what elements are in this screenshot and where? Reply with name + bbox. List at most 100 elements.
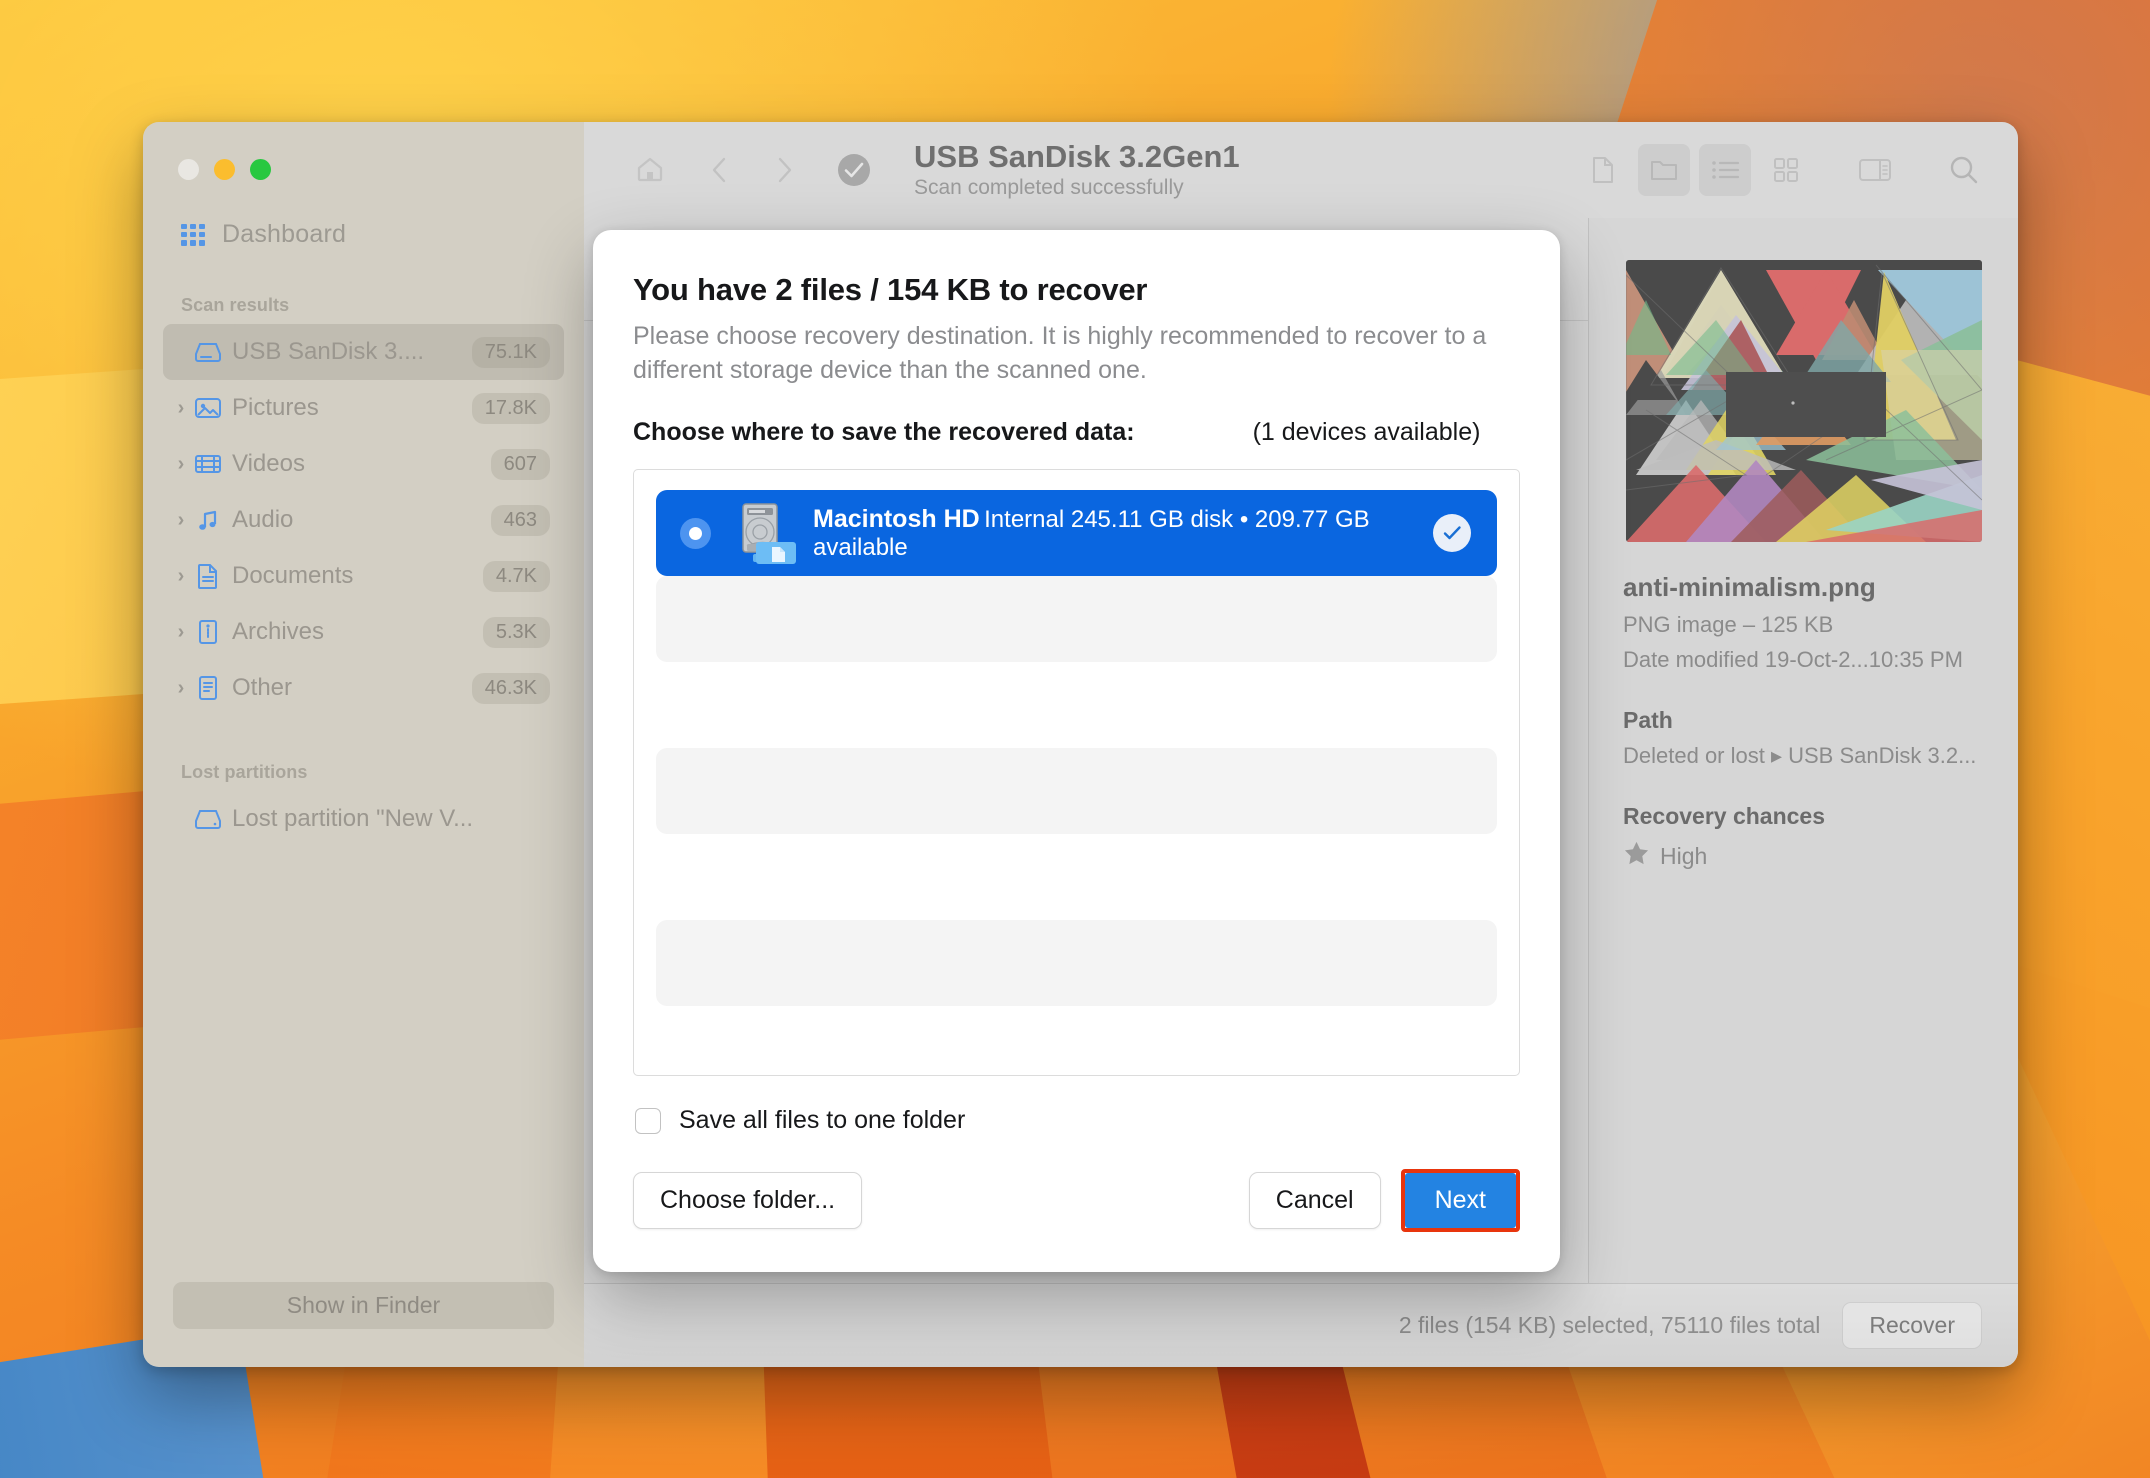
chevron-right-icon[interactable] (758, 144, 810, 196)
device-radio-button[interactable] (680, 517, 711, 549)
sidebar-item-label: Documents (232, 562, 354, 589)
sidebar-item-label: Audio (232, 506, 294, 533)
sidebar-item-dashboard[interactable]: Dashboard (143, 180, 584, 249)
toolbar: USB SanDisk 3.2Gen1 Scan completed succe… (584, 122, 2018, 218)
scan-status-text: Scan completed successfully (914, 176, 1184, 200)
sidebar-item-count: 17.8K (471, 392, 550, 424)
dashboard-grid-icon (181, 223, 205, 246)
dashboard-label: Dashboard (222, 220, 347, 248)
device-row-macintosh-hd[interactable]: Macintosh HD Internal 245.11 GB disk • 2… (656, 490, 1497, 576)
device-row-spacer (656, 662, 1497, 748)
list-view-icon[interactable] (1699, 144, 1751, 196)
chevron-right-icon[interactable]: › (171, 566, 191, 586)
choose-destination-label: Choose where to save the recovered data: (633, 418, 1135, 446)
chevron-right-icon[interactable]: › (171, 454, 191, 474)
chevron-right-icon[interactable]: › (171, 678, 191, 698)
selection-status-text: 2 files (154 KB) selected, 75110 files t… (1398, 1312, 1821, 1338)
video-icon (191, 452, 225, 476)
sidebar-item-count: 46.3K (471, 672, 550, 704)
sidebar-item-usb-sandisk[interactable]: USB SanDisk 3.... 75.1K (163, 324, 564, 380)
choose-folder-button[interactable]: Choose folder... (633, 1172, 863, 1229)
chevron-left-icon[interactable] (694, 144, 746, 196)
sidebar-item-lost-partition[interactable]: Lost partition "New V... (163, 791, 564, 847)
sidebar-item-count: 607 (490, 448, 550, 480)
close-button[interactable] (178, 159, 199, 180)
device-row-placeholder (656, 920, 1497, 1006)
sidebar-item-label: Other (232, 674, 293, 701)
check-circle-icon (828, 144, 880, 196)
device-row-spacer (656, 834, 1497, 920)
file-thumbnail (1625, 260, 1982, 542)
chevron-right-icon[interactable]: › (171, 398, 191, 418)
scan-results-list: USB SanDisk 3.... 75.1K › Pictures 17.8K… (143, 324, 584, 716)
dialog-choose-row: Choose where to save the recovered data:… (633, 418, 1520, 447)
inspector-file-name: anti-minimalism.png (1623, 572, 1876, 602)
sidebar-item-count: 4.7K (482, 560, 550, 592)
device-list[interactable]: Macintosh HD Internal 245.11 GB disk • 2… (633, 469, 1520, 1076)
sidebar-item-videos[interactable]: › Videos 607 (163, 436, 564, 492)
inspector-recovery-row: High (1623, 840, 1984, 872)
dialog-description: Please choose recovery destination. It i… (633, 322, 1487, 384)
picture-icon (191, 396, 225, 420)
search-icon[interactable] (1938, 144, 1990, 196)
home-icon[interactable] (624, 144, 676, 196)
sidebar-item-label: Videos (232, 450, 305, 477)
sidebar-item-archives[interactable]: › Archives 5.3K (163, 604, 564, 660)
folder-view-icon[interactable] (1638, 144, 1690, 196)
sidebar-item-pictures[interactable]: › Pictures 17.8K (163, 380, 564, 436)
chevron-right-icon[interactable]: › (171, 510, 191, 530)
minimize-button[interactable] (214, 159, 235, 180)
zoom-button[interactable] (250, 159, 271, 180)
sidebar-item-count: 75.1K (471, 336, 550, 368)
sidebar-item-label: Lost partition "New V... (232, 805, 474, 832)
show-in-finder-button[interactable]: Show in Finder (173, 1282, 554, 1329)
lost-partitions-list: Lost partition "New V... (143, 791, 584, 847)
next-button[interactable]: Next (1404, 1173, 1516, 1228)
save-one-folder-checkbox[interactable] (635, 1107, 661, 1134)
sidebar-item-documents[interactable]: › Documents 4.7K (163, 548, 564, 604)
dialog-title: You have 2 files / 154 KB to recover (633, 272, 1148, 307)
devices-available-count: (1 devices available) (1252, 418, 1481, 446)
recover-button[interactable]: Recover (1842, 1302, 1982, 1349)
internal-disk-icon (731, 502, 797, 564)
scan-results-heading: Scan results (181, 295, 290, 315)
sidebar-toggle-icon[interactable] (1849, 144, 1901, 196)
sidebar: Dashboard Scan results USB SanDisk 3....… (143, 122, 584, 1367)
device-row-placeholder (656, 576, 1497, 662)
sidebar-item-label: Pictures (232, 394, 319, 421)
device-text-block: Macintosh HD Internal 245.11 GB disk • 2… (813, 505, 1433, 562)
sidebar-item-label: USB SanDisk 3.... (232, 338, 425, 365)
chevron-right-icon[interactable]: › (171, 622, 191, 642)
inspector-date-modified: Date modified 19-Oct-2...10:35 PM (1623, 647, 1963, 672)
save-one-folder-row[interactable]: Save all files to one folder (633, 1076, 1520, 1135)
other-icon (191, 675, 225, 701)
show-in-finder-container: Show in Finder (143, 1282, 584, 1367)
star-filled-icon (1623, 840, 1650, 872)
inspector-recovery-heading: Recovery chances (1623, 803, 1826, 829)
save-one-folder-label: Save all files to one folder (679, 1106, 966, 1134)
grid-view-icon[interactable] (1760, 144, 1812, 196)
page-title: USB SanDisk 3.2Gen1 (914, 138, 1240, 174)
sidebar-item-audio[interactable]: › Audio 463 (163, 492, 564, 548)
inspector-recovery-value: High (1660, 842, 1708, 869)
inspector-panel: anti-minimalism.png PNG image – 125 KB D… (1588, 218, 2018, 1283)
check-icon (1433, 514, 1471, 552)
sidebar-item-other[interactable]: › Other 46.3K (163, 660, 564, 716)
lost-partitions-heading: Lost partitions (181, 762, 308, 782)
inspector-file-kind: PNG image – 125 KB (1623, 612, 1834, 637)
view-mode-controls (1577, 144, 1990, 196)
device-name: Macintosh HD (813, 504, 980, 533)
sidebar-item-label: Archives (232, 618, 325, 645)
toolbar-title-block: USB SanDisk 3.2Gen1 Scan completed succe… (914, 138, 1240, 201)
device-row-placeholder (656, 748, 1497, 834)
next-button-highlight: Next (1400, 1169, 1520, 1232)
drive-icon (191, 807, 225, 831)
cancel-button[interactable]: Cancel (1248, 1172, 1381, 1229)
file-view-icon[interactable] (1577, 144, 1629, 196)
dialog-button-row: Choose folder... Cancel Next (633, 1135, 1520, 1272)
recovery-destination-dialog: You have 2 files / 154 KB to recover Ple… (593, 230, 1560, 1272)
status-bar: 2 files (154 KB) selected, 75110 files t… (584, 1283, 2018, 1367)
archive-icon (191, 619, 225, 645)
audio-icon (191, 508, 225, 532)
sidebar-item-count: 463 (490, 504, 550, 536)
